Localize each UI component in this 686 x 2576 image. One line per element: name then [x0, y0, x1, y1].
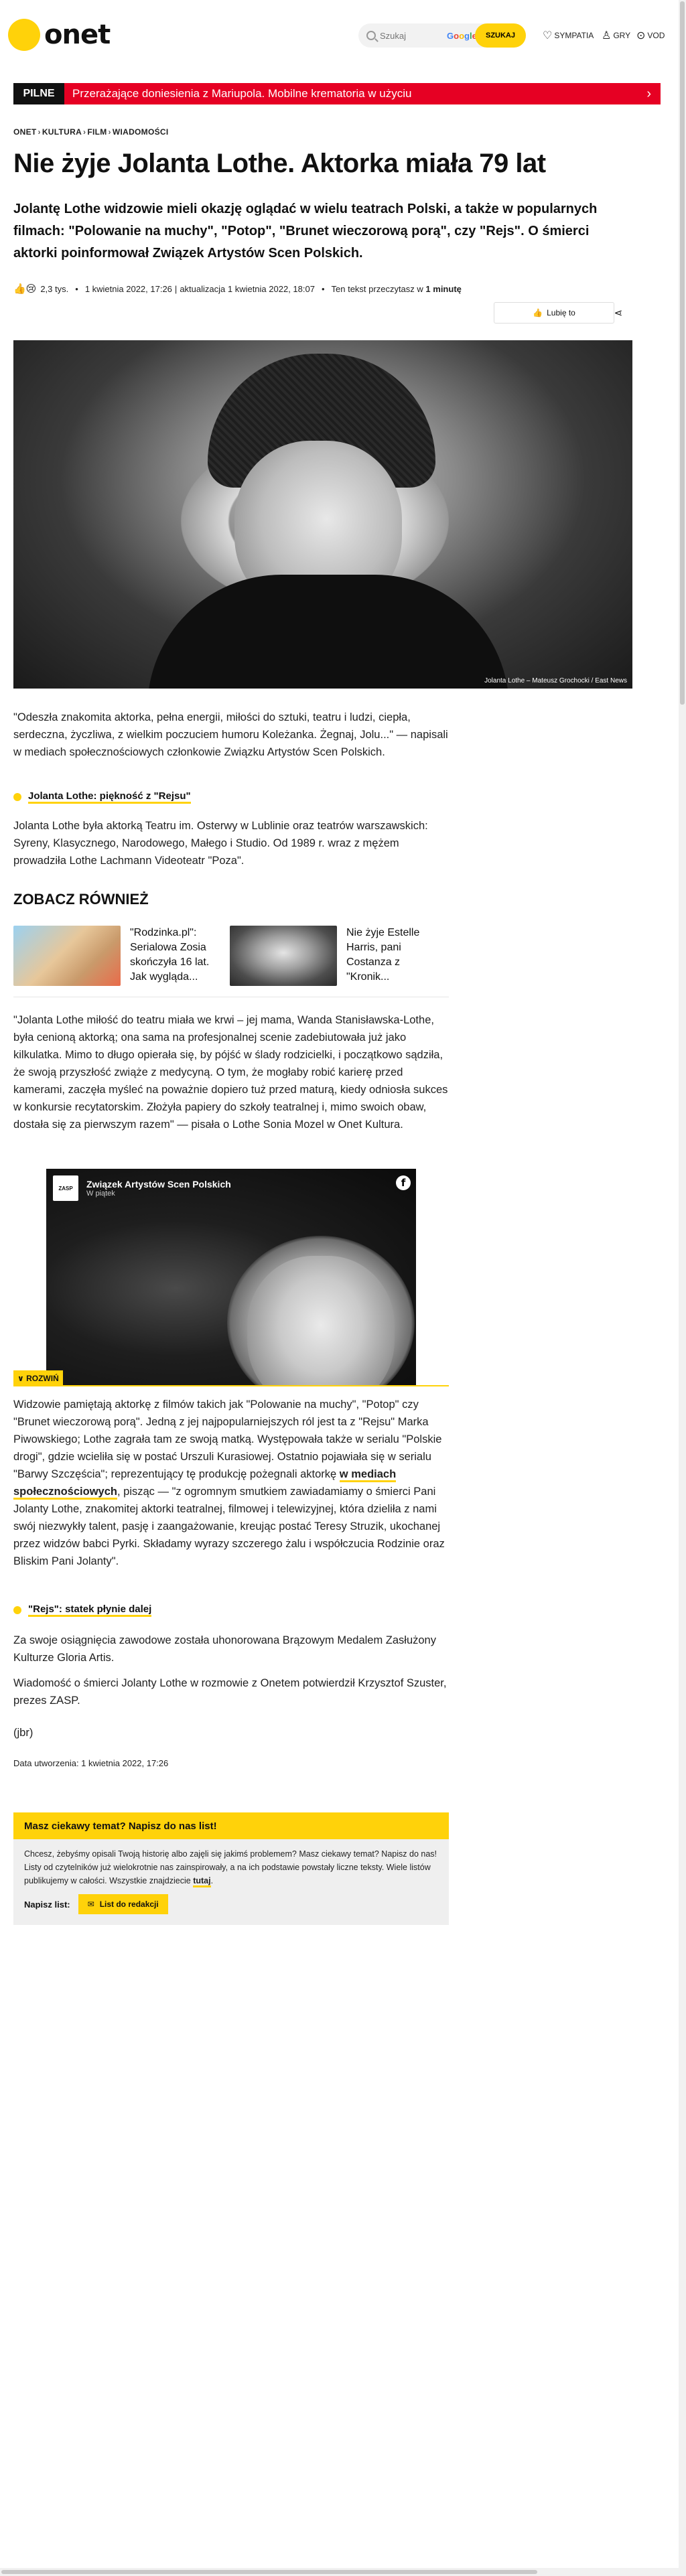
breaking-news-bar[interactable]: PILNE Przerażające doniesienia z Mariupo…: [13, 83, 661, 104]
scrollbar-thumb[interactable]: [680, 1, 685, 705]
meta-separator: |: [174, 283, 178, 294]
facebook-embed[interactable]: ZASP Związek Artystów Scen Polskich W pi…: [46, 1169, 416, 1386]
like-label: Lubię to: [547, 308, 575, 317]
contact-link[interactable]: tutaj: [193, 1876, 211, 1887]
read-time-prefix: Ten tekst przeczytasz w: [331, 283, 423, 294]
bullet-dot: [13, 793, 21, 801]
facebook-post-header: ZASP Związek Artystów Scen Polskich W pi…: [53, 1175, 231, 1201]
vertical-scrollbar[interactable]: [679, 0, 686, 2568]
write-label: Napisz list:: [24, 1899, 70, 1910]
image-caption: Jolanta Lothe – Mateusz Grochocki / East…: [484, 677, 627, 685]
article-paragraph: Widzowie pamiętają aktorkę z filmów taki…: [13, 1396, 449, 1570]
article-main-image[interactable]: Jolanta Lothe – Mateusz Grochocki / East…: [13, 340, 632, 689]
nav-gry-label: GRY: [613, 31, 631, 40]
recommendation-thumbnail[interactable]: [230, 926, 337, 986]
site-header: onet Google SZUKAJ ♡ SYMPATIA ♙ GRY ⊙ VO…: [0, 0, 686, 74]
nav-sympatia-label: SYMPATIA: [554, 31, 594, 40]
nav-sympatia[interactable]: ♡ SYMPATIA: [543, 29, 594, 42]
article-paragraph: Wiadomość o śmierci Jolanty Lothe w rozm…: [13, 1677, 447, 1707]
reactions-count: 2,3 tys.: [40, 283, 69, 294]
recommendation-card[interactable]: "Rodzinka.pl": Serialowa Zosia skończyła…: [13, 926, 216, 986]
expand-button[interactable]: ∨ ROZWIŃ: [13, 1370, 63, 1386]
article-paragraph: Za swoje osiągnięcia zawodowe została uh…: [13, 1634, 436, 1664]
horizontal-scrollbar[interactable]: [0, 2568, 686, 2576]
related-link-text[interactable]: "Rejs": statek płynie dalej: [28, 1603, 152, 1617]
envelope-icon: ✉: [87, 1900, 94, 1909]
read-time: 1 minutę: [425, 283, 462, 294]
breadcrumb-item[interactable]: WIADOMOŚCI: [113, 127, 169, 137]
search-icon: [366, 31, 376, 40]
contact-text-body: Chcesz, żebyśmy opisali Twoją historię a…: [24, 1849, 437, 1885]
breadcrumb-separator: ›: [108, 127, 111, 137]
contact-heading: Masz ciekawy temat? Napisz do nas list!: [13, 1812, 449, 1839]
expand-bar: ∨ ROZWIŃ: [13, 1370, 449, 1386]
chevron-right-icon[interactable]: ›: [646, 86, 651, 102]
search-input[interactable]: [380, 30, 440, 41]
breadcrumb: ONET › KULTURA › FILM › WIADOMOŚCI: [13, 127, 169, 137]
related-link[interactable]: "Rejs": statek płynie dalej: [13, 1603, 152, 1617]
search-box: Google SZUKAJ: [358, 23, 526, 48]
breadcrumb-item[interactable]: ONET: [13, 127, 37, 137]
video-face: [247, 1256, 395, 1386]
see-also-heading: ZOBACZ RÓWNIEŻ: [13, 891, 149, 908]
search-button[interactable]: SZUKAJ: [474, 23, 526, 48]
recommendation-card[interactable]: Nie żyje Estelle Harris, pani Costanza z…: [230, 926, 432, 986]
recommendation-thumbnail[interactable]: [13, 926, 121, 986]
logo-dot: [8, 19, 40, 51]
related-link-text[interactable]: Jolanta Lothe: piękność z "Rejsu": [28, 790, 191, 804]
letter-button[interactable]: ✉ List do redakcji: [78, 1894, 168, 1914]
nav-gry[interactable]: ♙ GRY: [602, 29, 630, 42]
breaking-label: PILNE: [13, 83, 64, 104]
article-paragraph: Jolanta Lothe była aktorką Teatru im. Os…: [13, 820, 428, 867]
contact-text: Chcesz, żebyśmy opisali Twoją historię a…: [13, 1839, 449, 1887]
publish-date: 1 kwietnia 2022, 17:26: [84, 283, 172, 294]
zasp-avatar[interactable]: ZASP: [53, 1175, 78, 1201]
nav-vod[interactable]: ⊙ VOD: [636, 29, 665, 42]
breadcrumb-item[interactable]: FILM: [87, 127, 107, 137]
like-button[interactable]: 👍 Lubię to: [494, 302, 614, 324]
article-title: Nie żyje Jolanta Lothe. Aktorka miała 79…: [13, 149, 546, 178]
contact-box: Masz ciekawy temat? Napisz do nas list! …: [13, 1812, 449, 1925]
meta-separator: •: [75, 283, 78, 294]
article-lead: Jolantę Lothe widzowie mieli okazję oglą…: [13, 202, 598, 261]
creation-date: Data utworzenia: 1 kwietnia 2022, 17:26: [13, 1758, 169, 1768]
breadcrumb-separator: ›: [83, 127, 86, 137]
recommendation-title[interactable]: "Rodzinka.pl": Serialowa Zosia skończyła…: [130, 926, 216, 986]
reactions-icon[interactable]: 👍😢: [13, 283, 36, 295]
scrollbar-thumb[interactable]: [1, 2570, 537, 2574]
article-meta: 👍😢 2,3 tys. • 1 kwietnia 2022, 17:26 | a…: [13, 283, 462, 295]
related-link[interactable]: Jolanta Lothe: piękność z "Rejsu": [13, 790, 191, 804]
share-icon[interactable]: ⋖: [610, 302, 627, 324]
facebook-icon[interactable]: f: [396, 1175, 411, 1190]
breadcrumb-item[interactable]: KULTURA: [42, 127, 82, 137]
heart-icon: ♡: [543, 30, 553, 42]
nav-vod-label: VOD: [647, 31, 665, 40]
letter-button-label: List do redakcji: [99, 1900, 159, 1909]
user-icon: ♙: [602, 30, 612, 42]
author-signature: (jbr): [13, 1727, 33, 1739]
thumbs-up-icon: 👍: [533, 308, 543, 317]
facebook-page-name[interactable]: Związek Artystów Scen Polskich: [86, 1179, 231, 1190]
contact-row: Napisz list: ✉ List do redakcji: [24, 1894, 168, 1914]
breaking-text[interactable]: Przerażające doniesienia z Mariupola. Mo…: [72, 87, 646, 100]
bullet-dot: [13, 1606, 21, 1614]
onet-logo[interactable]: onet: [8, 19, 111, 51]
article-paragraph: "Odeszła znakomita aktorka, pełna energi…: [13, 711, 448, 758]
update-date: aktualizacja 1 kwietnia 2022, 18:07: [180, 283, 315, 294]
logo-text: onet: [44, 19, 111, 50]
google-logo: Google: [447, 30, 477, 41]
play-icon: ⊙: [636, 30, 646, 42]
recommendation-title[interactable]: Nie żyje Estelle Harris, pani Costanza z…: [346, 926, 432, 986]
article-paragraph: "Jolanta Lothe miłość do teatru miała we…: [13, 1014, 448, 1131]
facebook-post-date: W piątek: [86, 1190, 115, 1198]
image-coat: [147, 575, 509, 689]
breadcrumb-separator: ›: [38, 127, 41, 137]
meta-separator: •: [321, 283, 325, 294]
